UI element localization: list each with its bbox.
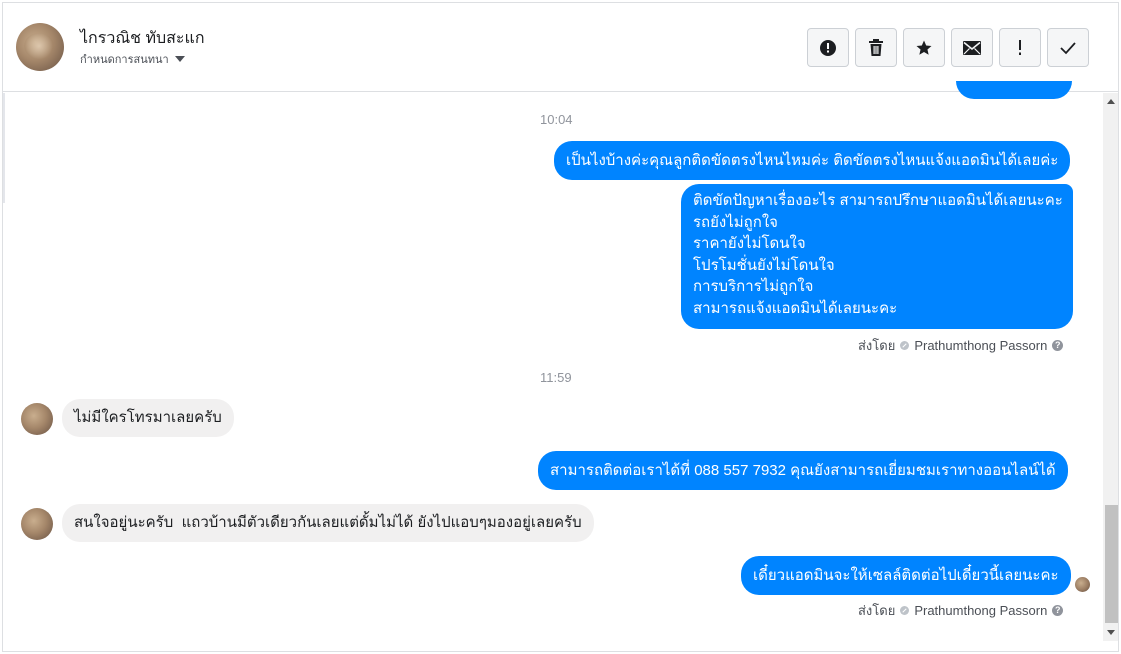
assign-conversation-dropdown[interactable]: กำหนดการสนทนา <box>80 50 185 68</box>
sent-by-indicator: ส่งโดย Prathumthong Passorn ? <box>858 335 1064 356</box>
agent-name[interactable]: Prathumthong Passorn <box>914 603 1047 618</box>
outgoing-message-bubble[interactable]: เป็นไงบ้างค่ะคุณลูกติดขัดตรงไหนไหมค่ะ ติ… <box>554 141 1071 180</box>
outgoing-message-bubble[interactable]: ติดขัดปัญหาเรื่องอะไร สามารถปรึกษาแอดมิน… <box>681 184 1073 329</box>
contact-name[interactable]: ไกรวณิช ทับสะแก <box>80 26 205 51</box>
message-list[interactable]: 10:04 เป็นไงบ้างค่ะคุณลูกติดขัดตรงไหนไหม… <box>3 81 1103 651</box>
agent-name[interactable]: Prathumthong Passorn <box>914 338 1047 353</box>
timestamp: 10:04 <box>540 112 573 127</box>
star-icon <box>916 40 932 55</box>
conversation-header: ไกรวณิช ทับสะแก กำหนดการสนทนา <box>3 3 1118 92</box>
scroll-thumb[interactable] <box>1105 505 1118 623</box>
outgoing-message-bubble[interactable]: เดี๋ยวแอดมินจะให้เซลล์ติดต่อไปเดี๋ยวนี้เ… <box>741 556 1071 595</box>
help-icon[interactable]: ? <box>1052 605 1064 616</box>
assign-conversation-label: กำหนดการสนทนา <box>80 54 169 66</box>
seen-avatar <box>1075 577 1090 592</box>
star-button[interactable] <box>903 28 945 67</box>
scroll-up-arrow-icon[interactable] <box>1107 99 1115 104</box>
message-composer[interactable] <box>17 651 1111 652</box>
envelope-icon <box>963 40 981 55</box>
header-actions <box>807 28 1089 67</box>
caret-down-icon <box>174 56 185 62</box>
sent-by-label: ส่งโดย <box>858 603 896 618</box>
agent-status-icon <box>900 606 910 615</box>
mark-spam-button[interactable] <box>807 28 849 67</box>
contact-avatar[interactable] <box>21 508 53 540</box>
incoming-message-bubble[interactable]: สนใจอยู่นะครับ แถวบ้านมีตัวเดียวกันเลยแต… <box>62 504 594 542</box>
scroll-down-arrow-icon[interactable] <box>1107 630 1115 635</box>
follow-up-button[interactable] <box>999 28 1041 67</box>
sent-by-indicator: ส่งโดย Prathumthong Passorn ? <box>858 600 1064 621</box>
help-icon[interactable]: ? <box>1052 340 1064 351</box>
incoming-message-bubble[interactable]: ไม่มีใครโทรมาเลยครับ <box>62 399 234 437</box>
exclamation-icon <box>1019 39 1021 55</box>
delete-button[interactable] <box>855 28 897 67</box>
outgoing-message-bubble <box>956 81 1072 99</box>
outgoing-message-bubble[interactable]: สามารถติดต่อเราได้ที่ 088 557 7932 คุณยั… <box>538 451 1068 490</box>
conversation-panel: ไกรวณิช ทับสะแก กำหนดการสนทนา 10:04 เป็น… <box>2 2 1119 652</box>
message-scrollbar[interactable] <box>1103 93 1118 641</box>
timestamp: 11:59 <box>540 370 572 385</box>
agent-status-icon <box>900 341 910 350</box>
mark-done-button[interactable] <box>1047 28 1089 67</box>
trash-icon <box>869 38 883 56</box>
sent-by-label: ส่งโดย <box>858 338 896 353</box>
contact-avatar[interactable] <box>21 403 53 435</box>
alert-circle-icon <box>820 39 836 56</box>
checkmark-icon <box>1060 41 1076 54</box>
mark-unread-button[interactable] <box>951 28 993 67</box>
contact-avatar[interactable] <box>16 23 64 71</box>
